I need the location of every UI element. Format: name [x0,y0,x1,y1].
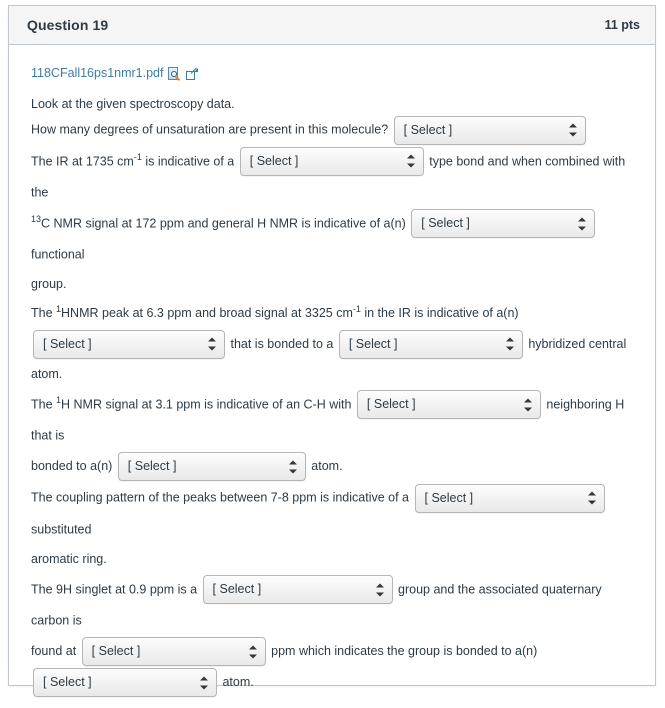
q5-suffix-text: atom. [311,459,343,474]
question-line-7-final: [ Select ] atom. [31,667,637,698]
q5-prompt-text-b: H NMR signal at 3.1 ppm is indicative of… [61,397,352,412]
question-body: 118CFall16ps1nmr1.pdf Look at the given … [9,45,655,708]
chevron-updown-icon [587,491,596,505]
q2-select-label: [ Select ] [249,153,299,168]
q4-select-2-label: [ Select ] [348,336,398,351]
q6-select-label: [ Select ] [424,490,474,505]
q7-select-1-label: [ Select ] [212,582,262,597]
q4-prompt-text-a: The [31,306,57,321]
q2-select[interactable]: [ Select ] [239,146,424,176]
chevron-updown-icon [200,676,208,690]
question-line-4-text: The 1HNMR peak at 6.3 ppm and broad sign… [31,299,637,328]
q4-superscript-2: -1 [352,304,361,315]
q6-prompt-text: The coupling pattern of the peaks betwee… [31,490,410,505]
q3-select[interactable]: [ Select ] [411,209,596,238]
q4-mid-text: that is bonded to a [230,336,334,351]
chevron-updown-icon [568,123,577,137]
chevron-updown-icon [578,217,587,230]
question-line-2: The IR at 1735 cm-1 is indicative of a [… [31,146,637,208]
q1-select-label: [ Select ] [403,122,453,137]
q5-select-1[interactable]: [ Select ] [356,390,541,420]
q7-suffix-text: atom. [222,675,254,690]
external-link-icon[interactable] [186,68,199,80]
q5-select-2[interactable]: [ Select ] [117,452,306,482]
q5-prompt-text-a: The [31,397,57,412]
question-header: Question 19 11 pts [9,6,655,45]
q3-suffix-text: functional [31,247,85,262]
chevron-updown-icon [248,645,257,659]
q7-select-3[interactable]: [ Select ] [33,668,217,698]
question-line-7-continued: found at [ Select ] ppm which indicates … [31,636,637,667]
q3-select-label: [ Select ] [421,216,470,230]
question-line-1: How many degrees of unsaturation are pre… [31,114,637,145]
q7-select-2-label: [ Select ] [91,644,141,659]
question-line-3-tail: group. [31,277,67,292]
chevron-updown-icon [288,460,297,474]
q2-prompt-text-a: The IR at 1735 cm [31,153,134,168]
q5-select-2-label: [ Select ] [127,459,177,474]
q6-select[interactable]: [ Select ] [414,483,605,513]
q2-prompt-text-b: is indicative of a [141,153,235,168]
q1-prompt-text: How many degrees of unsaturation are pre… [31,122,389,137]
question-title: Question 19 [27,17,109,33]
q4-select-1-label: [ Select ] [43,336,92,351]
question-line-3: 13C NMR signal at 172 ppm and general H … [31,208,637,270]
attachment-file-link[interactable]: 118CFall16ps1nmr1.pdf [31,64,163,83]
intro-text: Look at the given spectroscopy data. [31,97,235,111]
q1-select[interactable]: [ Select ] [393,115,586,145]
question-line-5-continued: bonded to a(n) [ Select ] atom. [31,451,637,482]
q4-prompt-text-b: HNMR peak at 6.3 ppm and broad signal at… [61,306,353,321]
q3-superscript: 13 [31,213,42,224]
q4-prompt-text-c: in the IR is indicative of a(n) [360,306,519,321]
attachment-row: 118CFall16ps1nmr1.pdf [31,65,637,83]
q5-prompt-text-c: bonded to a(n) [31,459,113,474]
q7-mid-text-2: ppm which indicates the group is bonded … [271,644,538,659]
q2-superscript: -1 [133,151,142,162]
chevron-updown-icon [375,583,384,597]
q7-select-1[interactable]: [ Select ] [202,575,393,605]
chevron-updown-icon [523,398,532,412]
document-preview-icon[interactable] [168,67,181,81]
question-line-4-controls: [ Select ] that is bonded to a [ Select … [31,329,637,389]
question-line-6-tail: aromatic ring. [31,551,107,566]
q3-prompt-text: C NMR signal at 172 ppm and general H NM… [41,216,406,231]
question-line-6: The coupling pattern of the peaks betwee… [31,482,637,544]
question-points: 11 pts [604,18,640,32]
q7-prompt-text: The 9H singlet at 0.9 ppm is a [31,582,198,597]
q7-select-3-label: [ Select ] [43,675,92,690]
question-card: Question 19 11 pts 118CFall16ps1nmr1.pdf… [8,5,656,698]
chevron-updown-icon [406,154,415,168]
q4-select-1[interactable]: [ Select ] [33,329,225,359]
q7-prompt-text-2: found at [31,644,77,659]
question-line-7: The 9H singlet at 0.9 ppm is a [ Select … [31,574,637,636]
q6-suffix-text: substituted [31,521,92,536]
chevron-updown-icon [505,337,514,351]
question-line-5: The 1H NMR signal at 3.1 ppm is indicati… [31,389,637,451]
q7-select-2[interactable]: [ Select ] [81,637,266,667]
chevron-updown-icon [208,337,216,351]
q5-select-1-label: [ Select ] [366,397,416,412]
q4-select-2[interactable]: [ Select ] [338,329,523,359]
